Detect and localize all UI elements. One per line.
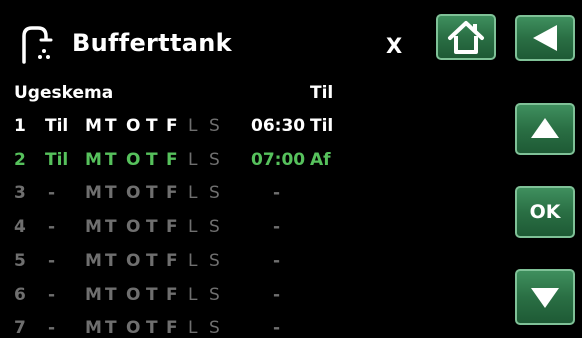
day-5: L [188, 150, 198, 170]
up-arrow-icon [531, 118, 559, 138]
day-5: L [188, 116, 198, 136]
day-6: S [209, 150, 220, 170]
day-4: F [166, 318, 178, 338]
day-5: L [188, 183, 198, 203]
day-1: T [105, 116, 117, 136]
day-6: S [209, 116, 220, 136]
schedule-title: Ugeskema [14, 83, 114, 103]
down-arrow-icon [531, 288, 559, 308]
scroll-down-button[interactable] [515, 269, 575, 325]
day-4: F [166, 285, 178, 305]
row-status: - [48, 217, 56, 237]
page-title: Bufferttank [72, 29, 232, 57]
day-3: T [146, 183, 158, 203]
row-status: Til [45, 116, 69, 136]
row-status: - [48, 183, 56, 203]
day-2: O [126, 285, 141, 305]
hot-water-tap-icon [22, 26, 53, 64]
day-6: S [209, 318, 220, 338]
day-2: O [126, 217, 141, 237]
row-status: - [48, 251, 56, 271]
day-2: O [126, 150, 141, 170]
close-button[interactable]: X [386, 32, 402, 60]
day-4: F [166, 217, 178, 237]
ok-button[interactable]: OK [515, 186, 575, 238]
day-0: M [85, 217, 102, 237]
row-time: - [273, 217, 281, 237]
back-button[interactable] [515, 15, 575, 61]
back-arrow-icon [533, 25, 557, 51]
day-1: T [105, 251, 117, 271]
day-6: S [209, 285, 220, 305]
row-status: - [48, 285, 56, 305]
row-number: 4 [14, 217, 26, 237]
day-1: T [105, 318, 117, 338]
day-6: S [209, 251, 220, 271]
day-0: M [85, 116, 102, 136]
day-1: T [105, 285, 117, 305]
day-4: F [166, 251, 178, 271]
row-time: - [273, 318, 281, 338]
scroll-up-button[interactable] [515, 103, 575, 155]
row-number: 1 [14, 116, 26, 136]
day-3: T [146, 217, 158, 237]
day-3: T [146, 116, 158, 136]
state-column-header: Til [310, 83, 334, 103]
day-3: T [146, 285, 158, 305]
row-time: - [273, 183, 281, 203]
day-5: L [188, 251, 198, 271]
day-5: L [188, 217, 198, 237]
day-2: O [126, 116, 141, 136]
day-4: F [166, 150, 178, 170]
row-time: - [273, 251, 281, 271]
row-number: 5 [14, 251, 26, 271]
row-number: 7 [14, 318, 26, 338]
day-4: F [166, 116, 178, 136]
home-button[interactable] [436, 14, 496, 60]
day-3: T [146, 251, 158, 271]
day-6: S [209, 217, 220, 237]
screen: Bufferttank X OK Ugeskema Til 1 Til M T O T F L… [0, 0, 582, 338]
row-time: 07:00 [251, 150, 306, 170]
day-0: M [85, 318, 102, 338]
row-state: Af [310, 150, 331, 170]
row-number: 6 [14, 285, 26, 305]
day-0: M [85, 150, 102, 170]
day-0: M [85, 183, 102, 203]
row-state: Til [310, 116, 334, 136]
day-0: M [85, 285, 102, 305]
home-icon [448, 21, 484, 54]
row-status: - [48, 318, 56, 338]
day-6: S [209, 183, 220, 203]
day-3: T [146, 318, 158, 338]
day-0: M [85, 251, 102, 271]
day-1: T [105, 183, 117, 203]
row-status: Til [45, 150, 69, 170]
day-3: T [146, 150, 158, 170]
row-number: 3 [14, 183, 26, 203]
day-4: F [166, 183, 178, 203]
row-time: - [273, 285, 281, 305]
day-5: L [188, 318, 198, 338]
day-2: O [126, 183, 141, 203]
day-2: O [126, 318, 141, 338]
day-1: T [105, 217, 117, 237]
row-number: 2 [14, 150, 26, 170]
day-1: T [105, 150, 117, 170]
day-5: L [188, 285, 198, 305]
day-2: O [126, 251, 141, 271]
row-time: 06:30 [251, 116, 306, 136]
